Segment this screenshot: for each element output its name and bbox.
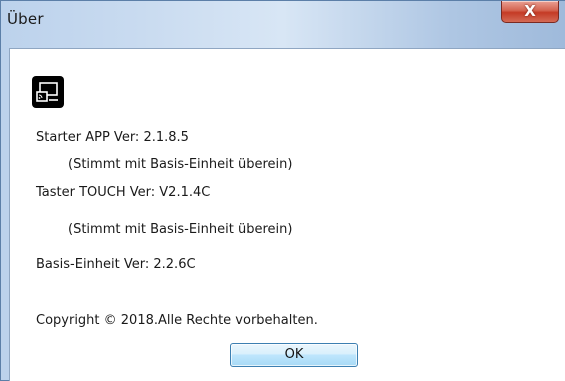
dialog-content: Starter APP Ver: 2.1.8.5 (Stimmt mit Bas…: [9, 48, 565, 381]
cast-screen-icon: [32, 76, 64, 108]
close-button[interactable]: X: [501, 1, 559, 23]
copyright-text: Copyright © 2018.Alle Rechte vorbehalten…: [36, 313, 318, 328]
close-icon: X: [524, 2, 536, 20]
dialog-title: Über: [7, 10, 44, 28]
taster-touch-version: Taster TOUCH Ver: V2.1.4C: [36, 185, 211, 200]
title-bar[interactable]: Über X: [1, 1, 565, 41]
ok-button[interactable]: OK: [230, 343, 358, 367]
taster-touch-match-note: (Stimmt mit Basis-Einheit überein): [68, 222, 293, 237]
about-dialog: Über X Starter APP Ver: 2.1.8.5 (Stimmt …: [0, 0, 565, 381]
basis-einheit-version: Basis-Einheit Ver: 2.2.6C: [36, 257, 196, 272]
starter-app-version: Starter APP Ver: 2.1.8.5: [36, 130, 189, 145]
starter-app-match-note: (Stimmt mit Basis-Einheit überein): [68, 157, 293, 172]
